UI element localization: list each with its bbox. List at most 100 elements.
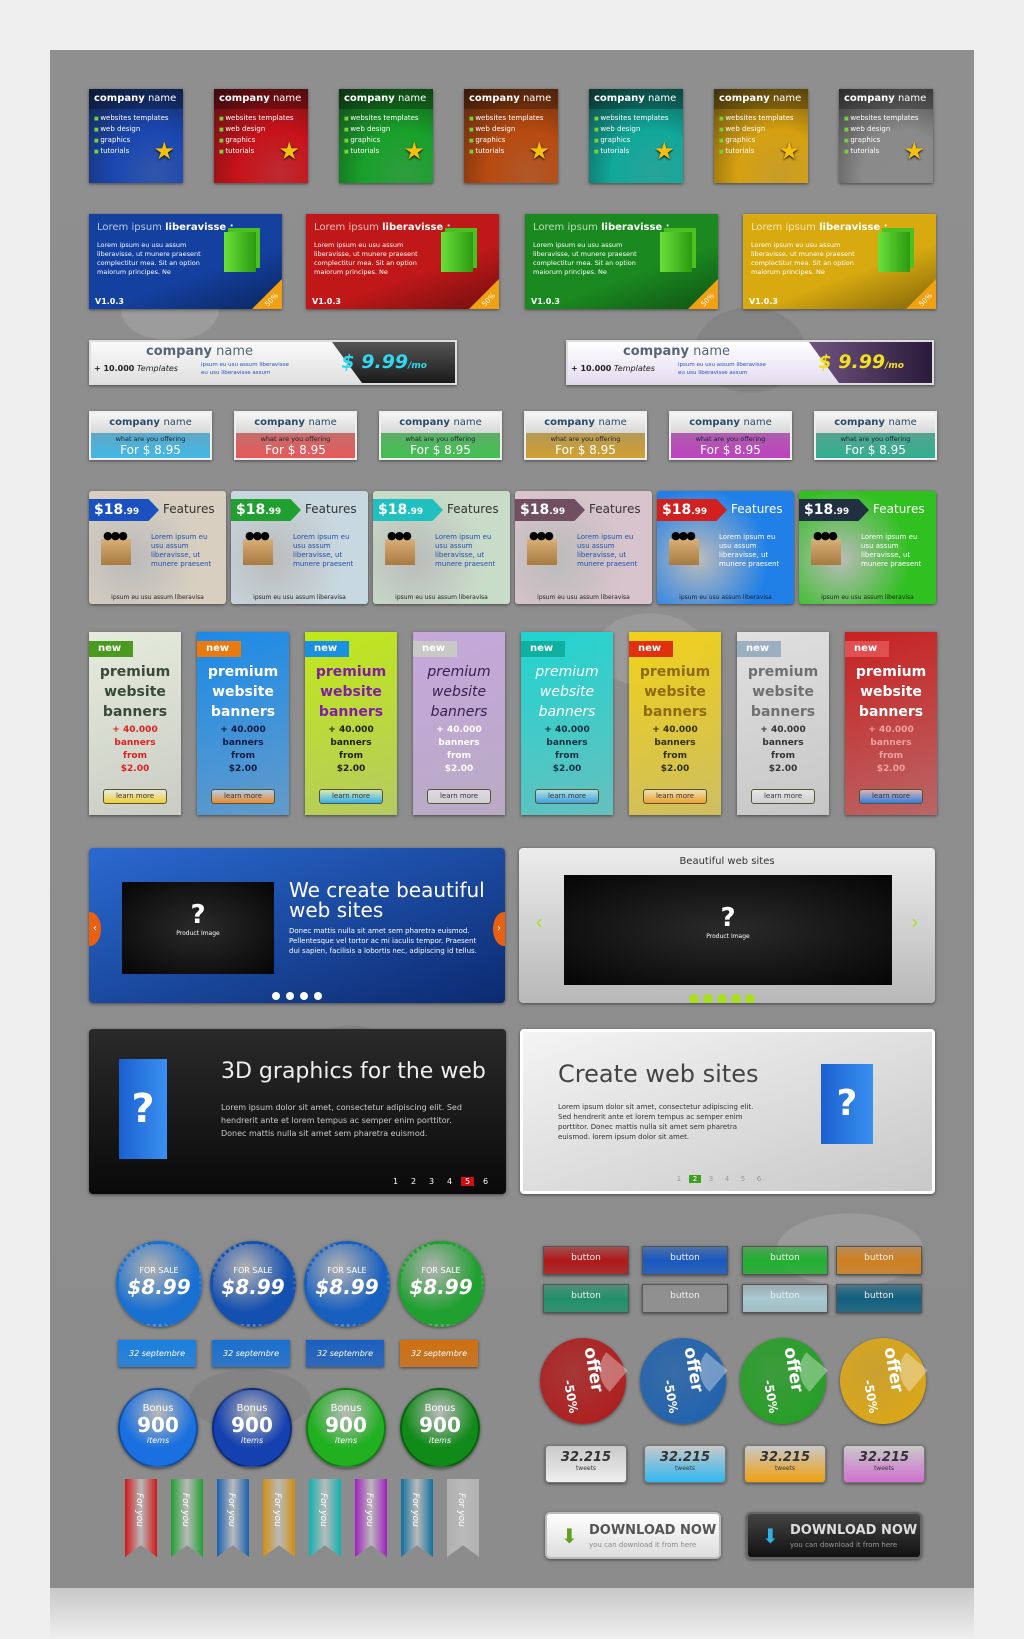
learn-more-button[interactable]: learn more xyxy=(643,789,707,804)
page-5[interactable]: 5 xyxy=(461,1177,474,1186)
download-now-button[interactable]: ⬇ DOWNLOAD NOW you can download it from he… xyxy=(545,1512,721,1559)
company-card[interactable]: company name websites templatesweb design… xyxy=(464,89,558,183)
pagination-dot[interactable] xyxy=(731,994,741,1003)
glossy-button[interactable]: button xyxy=(836,1246,922,1275)
page-1[interactable]: 1 xyxy=(673,1175,685,1183)
premium-banner[interactable]: new premium website banners + 40.000 banners f… xyxy=(845,632,937,815)
offer-card[interactable]: company name what are you offering For $ 8… xyxy=(524,411,647,460)
bonus-badge[interactable]: Bonus 900 items xyxy=(118,1388,198,1468)
count-line: from xyxy=(339,751,363,761)
page-6[interactable]: 6 xyxy=(479,1177,492,1186)
learn-more-button[interactable]: learn more xyxy=(319,789,383,804)
3d-question-box-icon: ? xyxy=(821,1064,873,1144)
glossy-button[interactable]: button xyxy=(543,1284,629,1313)
bonus-badge[interactable]: Bonus 900 items xyxy=(400,1388,480,1468)
glossy-button[interactable]: button xyxy=(543,1246,629,1275)
banner-body: Lorem ipsum eu usu assum liberavisse, ut… xyxy=(97,241,201,276)
glossy-button[interactable]: button xyxy=(742,1284,828,1313)
page-2[interactable]: 2 xyxy=(407,1177,420,1186)
page-4[interactable]: 4 xyxy=(443,1177,456,1186)
company-card[interactable]: company name websites templatesweb design… xyxy=(89,89,183,183)
features-card[interactable]: $18.99 Features ●●● Lorem ipsum eu usu assu… xyxy=(89,491,226,604)
features-card[interactable]: $18.99 Features ●●● Lorem ipsum eu usu assu… xyxy=(231,491,368,604)
page-4[interactable]: 4 xyxy=(721,1175,733,1183)
download-now-button[interactable]: ⬇ DOWNLOAD NOW you can download it from he… xyxy=(746,1512,922,1559)
page-2[interactable]: 2 xyxy=(689,1175,701,1183)
promo-banner[interactable]: Lorem ipsum liberavisse : Lorem ipsum eu … xyxy=(89,214,282,309)
glossy-button[interactable]: button xyxy=(836,1284,922,1313)
count-line: $2.00 xyxy=(228,764,258,774)
features-card[interactable]: $18.99 Features ●●● Lorem ipsum eu usu assu… xyxy=(515,491,652,604)
pagination-dot[interactable] xyxy=(717,994,727,1003)
pagination-dot[interactable] xyxy=(689,994,699,1003)
title-light: name xyxy=(147,93,177,104)
prev-arrow[interactable]: ‹ xyxy=(535,910,543,934)
offer-sticker[interactable]: offer -50% xyxy=(740,1338,828,1424)
features-card[interactable]: $18.99 Features ●●● Lorem ipsum eu usu assu… xyxy=(799,491,936,604)
offer-card[interactable]: company name what are you offering For $ 8… xyxy=(234,411,357,460)
premium-banner[interactable]: new premium website banners + 40.000 banners f… xyxy=(413,632,505,815)
pricing-strip[interactable]: company name + 10.000 Templates ipsum eu u… xyxy=(566,340,934,385)
bonus-badge[interactable]: Bonus 900 items xyxy=(212,1388,292,1468)
title-light: name xyxy=(272,93,302,104)
offer-card[interactable]: company name what are you offering For $ 8… xyxy=(669,411,792,460)
page-1[interactable]: 1 xyxy=(389,1177,402,1186)
page-3[interactable]: 3 xyxy=(705,1175,717,1183)
glossy-button[interactable]: button xyxy=(642,1284,728,1313)
learn-more-button[interactable]: learn more xyxy=(751,789,815,804)
next-arrow[interactable]: › xyxy=(493,912,505,946)
premium-banner[interactable]: new premium website banners + 40.000 banners f… xyxy=(521,632,613,815)
glossy-button[interactable]: button xyxy=(642,1246,728,1275)
offer-card[interactable]: company name what are you offering For $ 8… xyxy=(89,411,212,460)
learn-more-button[interactable]: learn more xyxy=(103,789,167,804)
bullet-item: websites templates xyxy=(594,113,678,124)
pagination-dot[interactable] xyxy=(286,992,294,1000)
features-label: Features xyxy=(873,502,925,516)
title-light: name xyxy=(743,417,772,428)
bonus-badge[interactable]: Bonus 900 items xyxy=(306,1388,386,1468)
pagination-dot[interactable] xyxy=(272,992,280,1000)
offer-sticker[interactable]: offer -50% xyxy=(640,1338,728,1424)
company-card[interactable]: company name websites templatesweb design… xyxy=(339,89,433,183)
for-sale-badge[interactable]: FOR SALE $8.99 xyxy=(304,1241,390,1327)
premium-banner[interactable]: new premium website banners + 40.000 banners f… xyxy=(305,632,397,815)
company-card[interactable]: company name websites templatesweb design… xyxy=(214,89,308,183)
page-3[interactable]: 3 xyxy=(425,1177,438,1186)
premium-banner[interactable]: new premium website banners + 40.000 banners f… xyxy=(629,632,721,815)
learn-more-button[interactable]: learn more xyxy=(427,789,491,804)
prev-arrow[interactable]: ‹ xyxy=(89,912,101,946)
promo-banner[interactable]: Lorem ipsum liberavisse : Lorem ipsum eu … xyxy=(306,214,499,309)
premium-banner[interactable]: new premium website banners + 40.000 banners f… xyxy=(737,632,829,815)
features-card[interactable]: $18.99 Features ●●● Lorem ipsum eu usu assu… xyxy=(657,491,794,604)
slider-dark: ? 3D graphics for the web Lorem ipsum dolo… xyxy=(89,1029,506,1194)
page-5[interactable]: 5 xyxy=(737,1175,749,1183)
page-6[interactable]: 6 xyxy=(753,1175,765,1183)
for-sale-badge[interactable]: FOR SALE $8.99 xyxy=(210,1241,296,1327)
next-arrow[interactable]: › xyxy=(911,910,919,934)
learn-more-button[interactable]: learn more xyxy=(535,789,599,804)
for-sale-badge[interactable]: FOR SALE $8.99 xyxy=(398,1241,484,1327)
company-card[interactable]: company name websites templatesweb design… xyxy=(589,89,683,183)
offer-sticker[interactable]: offer -50% xyxy=(540,1338,628,1424)
pagination-dot[interactable] xyxy=(703,994,713,1003)
count: + 10.000 xyxy=(94,364,135,373)
offer-sticker[interactable]: offer -50% xyxy=(840,1338,928,1424)
premium-banner[interactable]: new premium website banners + 40.000 banners f… xyxy=(89,632,181,815)
pagination-dot[interactable] xyxy=(745,994,755,1003)
for-sale-badge[interactable]: FOR SALE $8.99 xyxy=(116,1241,202,1327)
pagination-dot[interactable] xyxy=(300,992,308,1000)
premium-banner[interactable]: new premium website banners + 40.000 banners f… xyxy=(197,632,289,815)
offer-card[interactable]: company name what are you offering For $ 8… xyxy=(814,411,937,460)
offer-card[interactable]: company name what are you offering For $ 8… xyxy=(379,411,502,460)
company-card[interactable]: company name websites templatesweb design… xyxy=(714,89,808,183)
glossy-button[interactable]: button xyxy=(742,1246,828,1275)
company-card[interactable]: company name websites templatesweb design… xyxy=(839,89,933,183)
pricing-strip[interactable]: company name + 10.000 Templates ipsum eu u… xyxy=(89,340,457,385)
learn-more-button[interactable]: learn more xyxy=(211,789,275,804)
features-card[interactable]: $18.99 Features ●●● Lorem ipsum eu usu assu… xyxy=(373,491,510,604)
tweet-label: tweets xyxy=(575,1465,597,1472)
pagination-dot[interactable] xyxy=(314,992,322,1000)
learn-more-button[interactable]: learn more xyxy=(859,789,923,804)
promo-banner[interactable]: Lorem ipsum liberavisse : Lorem ipsum eu … xyxy=(525,214,718,309)
promo-banner[interactable]: Lorem ipsum liberavisse : Lorem ipsum eu … xyxy=(743,214,936,309)
